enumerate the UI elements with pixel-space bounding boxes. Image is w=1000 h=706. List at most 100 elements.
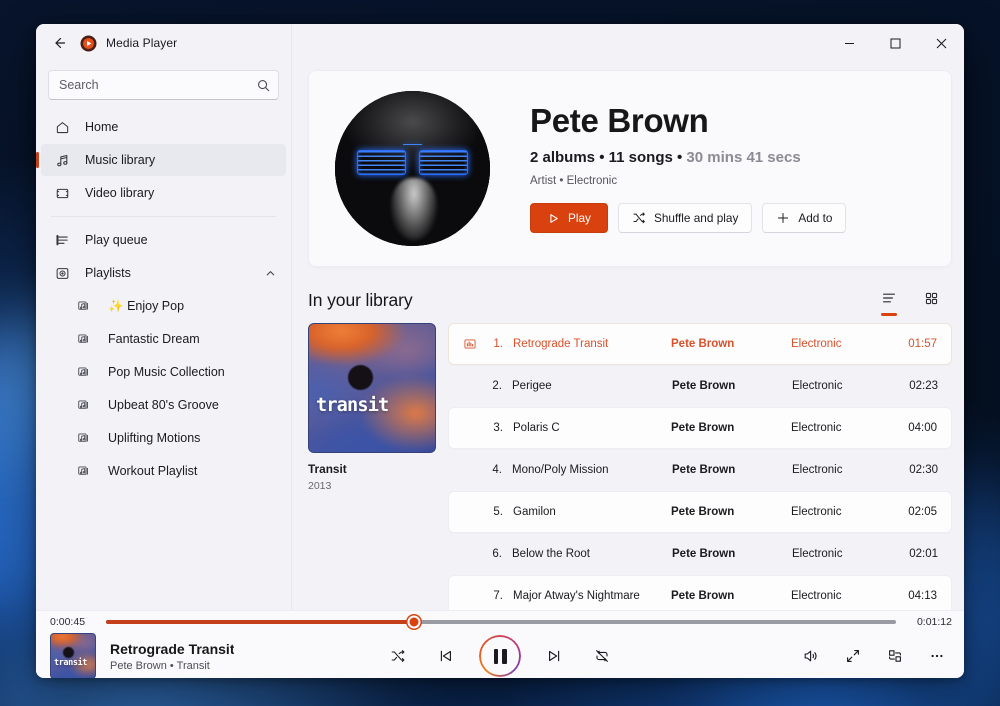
add-to-button[interactable]: Add to: [762, 203, 847, 234]
sidebar-item-play-queue[interactable]: Play queue: [41, 224, 286, 256]
sidebar-item-playlists[interactable]: Playlists: [41, 257, 286, 289]
playlist-item-enjoy-pop[interactable]: ✨ Enjoy Pop: [41, 290, 286, 322]
table-row[interactable]: 4. Mono/Poly Mission Pete Brown Electron…: [448, 449, 952, 491]
repeat-off-icon[interactable]: [587, 641, 617, 671]
sidebar-item-label: Play queue: [85, 233, 148, 247]
track-title: Gamilon: [513, 506, 556, 518]
album-art-text: transit: [316, 395, 389, 417]
chevron-up-icon[interactable]: [265, 268, 276, 279]
album-cover-art: transit: [308, 323, 436, 453]
play-triangle-icon: [547, 212, 560, 225]
artist-info: Pete Brown 2 albums • 11 songs • 30 mins…: [530, 103, 925, 234]
music-note-icon: [51, 153, 73, 168]
track-title: Retrograde Transit: [513, 338, 609, 350]
content-scroller[interactable]: Pete Brown 2 albums • 11 songs • 30 mins…: [292, 62, 964, 610]
playlist-icon: [77, 299, 95, 313]
track-artist: Pete Brown: [672, 548, 736, 560]
volume-icon[interactable]: [796, 641, 826, 671]
shuffle-icon: [632, 211, 646, 225]
sparkle-icon: ✨: [108, 298, 124, 313]
list-view-icon[interactable]: [876, 285, 902, 311]
back-arrow-icon[interactable]: [42, 28, 76, 58]
album-art-gradient: [309, 324, 435, 452]
play-pause-button[interactable]: [479, 635, 521, 677]
track-artist: Pete Brown: [672, 464, 736, 476]
plus-icon: [776, 211, 790, 225]
playlist-item-workout-playlist[interactable]: Workout Playlist: [41, 455, 286, 487]
track-number: 7.: [493, 590, 503, 602]
search-input[interactable]: [59, 78, 257, 92]
track-duration: 04:13: [908, 590, 937, 602]
seek-thumb[interactable]: [407, 615, 421, 629]
play-button[interactable]: Play: [530, 203, 608, 234]
table-row[interactable]: 2. Perigee Pete Brown Electronic 02:23: [448, 365, 952, 407]
album-art-text: transit: [54, 658, 88, 669]
glasses-right-lens: [419, 149, 469, 175]
track-number: 6.: [492, 548, 502, 560]
maximize-button[interactable]: [872, 24, 918, 62]
playlist-item-pop-music-collection[interactable]: Pop Music Collection: [41, 356, 286, 388]
table-row[interactable]: 5. Gamilon Pete Brown Electronic 02:05: [448, 491, 952, 533]
next-track-icon[interactable]: [539, 641, 569, 671]
track-number: 5.: [493, 506, 503, 518]
track-artist: Pete Brown: [671, 338, 735, 350]
sidebar-nav: Home Music library Video library Play qu…: [36, 110, 291, 488]
track-number: 4.: [492, 464, 502, 476]
grid-view-icon[interactable]: [918, 285, 944, 311]
remaining-time: 0:01:12: [916, 616, 952, 628]
elapsed-time: 0:00:45: [50, 616, 86, 628]
playlist-item-fantastic-dream[interactable]: Fantastic Dream: [41, 323, 286, 355]
table-row[interactable]: 1. Retrograde Transit Pete Brown Electro…: [448, 323, 952, 365]
playlist-item-label: Workout Playlist: [108, 464, 198, 478]
table-row[interactable]: 3. Polaris C Pete Brown Electronic 04:00: [448, 407, 952, 449]
mini-player-icon[interactable]: [880, 641, 910, 671]
playlist-item-label: ✨ Enjoy Pop: [108, 298, 185, 313]
more-options-icon[interactable]: [922, 641, 952, 671]
previous-track-icon[interactable]: [431, 641, 461, 671]
seek-slider[interactable]: [106, 615, 896, 629]
now-playing-equalizer-icon: [459, 337, 481, 351]
sidebar-item-home[interactable]: Home: [41, 111, 286, 143]
search-icon[interactable]: [257, 79, 270, 92]
pause-icon: [493, 648, 507, 664]
glasses-bridge: [403, 143, 422, 146]
track-artist: Pete Brown: [671, 506, 735, 518]
stat-separator: •: [672, 149, 687, 167]
shuffle-icon[interactable]: [383, 641, 413, 671]
library-title: In your library: [308, 290, 413, 310]
track-duration: 01:57: [908, 338, 937, 350]
now-playing[interactable]: transit Retrograde Transit Pete Brown • …: [50, 633, 350, 678]
sidebar-item-label: Playlists: [85, 266, 131, 280]
shuffle-and-play-button[interactable]: Shuffle and play: [617, 203, 753, 234]
playlist-icon: [77, 431, 95, 445]
album-card[interactable]: transit Transit 2013: [308, 323, 438, 610]
album-year: 2013: [308, 480, 332, 492]
title-bar: Media Player: [36, 24, 964, 62]
add-to-button-label: Add to: [798, 211, 833, 226]
library-body: transit Transit 2013 1. Retrograde Trans…: [308, 323, 952, 610]
secondary-controls: [796, 641, 952, 671]
table-row[interactable]: 7. Major Atway's Nightmare Pete Brown El…: [448, 575, 952, 610]
app-title: Media Player: [106, 36, 178, 50]
minimize-button[interactable]: [826, 24, 872, 62]
now-playing-text: Retrograde Transit Pete Brown • Transit: [110, 641, 234, 672]
search-box[interactable]: [48, 70, 279, 100]
expand-icon[interactable]: [838, 641, 868, 671]
playlist-item-uplifting-motions[interactable]: Uplifting Motions: [41, 422, 286, 454]
playlist-icon: [77, 398, 95, 412]
track-artist: Pete Brown: [672, 380, 736, 392]
playlist-item-label: Pop Music Collection: [108, 365, 225, 379]
close-button[interactable]: [918, 24, 964, 62]
track-genre: Electronic: [791, 590, 842, 602]
table-row[interactable]: 6. Below the Root Pete Brown Electronic …: [448, 533, 952, 575]
track-genre: Electronic: [791, 506, 842, 518]
sidebar-item-music-library[interactable]: Music library: [36, 144, 286, 176]
track-duration: 02:01: [909, 548, 938, 560]
playlist-icon: [77, 332, 95, 346]
playlist-item-upbeat-80s-groove[interactable]: Upbeat 80's Groove: [41, 389, 286, 421]
search-container: [36, 62, 291, 110]
album-art-dot: [348, 364, 374, 390]
artist-stats: 2 albums • 11 songs • 30 mins 41 secs: [530, 149, 925, 166]
sidebar-item-video-library[interactable]: Video library: [41, 177, 286, 209]
playlists-icon: [51, 266, 73, 281]
